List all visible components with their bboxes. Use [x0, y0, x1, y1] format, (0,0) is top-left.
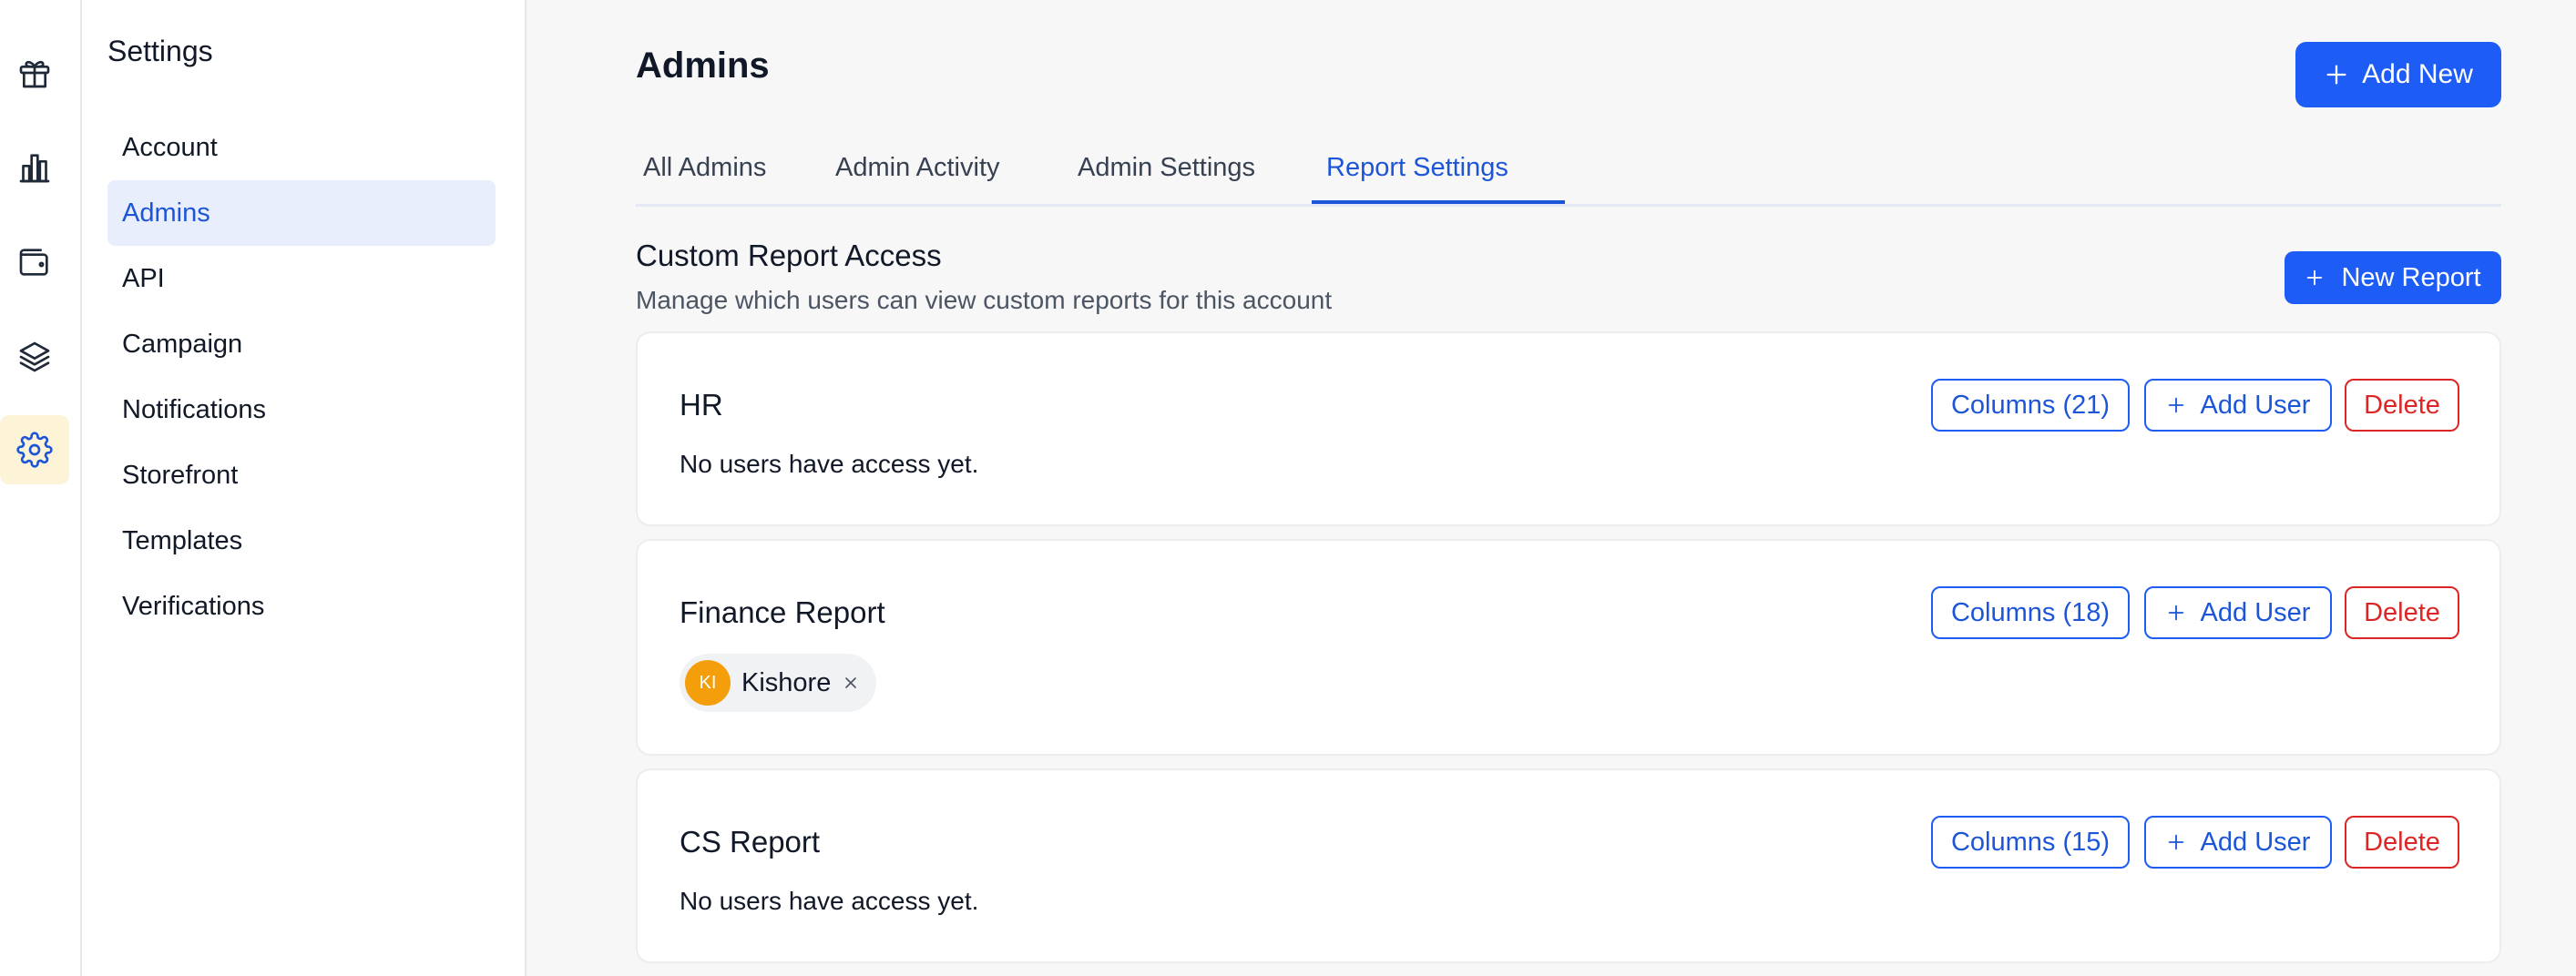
columns-label: Columns (15) [1950, 827, 2111, 857]
add-new-label: Add New [2362, 59, 2473, 89]
settings-sidebar: Settings Account Admins API Campaign Not… [82, 0, 526, 976]
sidebar-item-account[interactable]: Account [107, 115, 496, 180]
sidebar-item-verifications[interactable]: Verifications [107, 574, 496, 639]
page-title: Admins [636, 46, 770, 86]
empty-access-text: No users have access yet. [680, 887, 979, 915]
sidebar-item-label: Templates [122, 525, 243, 555]
tab-label: Admin Settings [1078, 153, 1256, 182]
user-chip: KI Kishore [680, 654, 877, 712]
tab-label: Admin Activity [835, 153, 1000, 182]
close-icon [845, 677, 857, 688]
empty-access-text: No users have access yet. [680, 450, 979, 478]
report-title: Finance Report [680, 595, 885, 629]
columns-label: Columns (21) [1950, 390, 2111, 420]
plus-icon [2307, 269, 2323, 286]
add-user-label: Add User [2200, 597, 2311, 627]
icon-rail [0, 0, 82, 976]
gift-icon [19, 60, 50, 88]
sidebar-item-campaign[interactable]: Campaign [107, 311, 496, 377]
plus-icon [2168, 605, 2183, 621]
add-user-label: Add User [2200, 827, 2311, 857]
tab-bar: All Admins Admin Activity Admin Settings… [636, 137, 2501, 207]
delete-label: Delete [2364, 390, 2440, 420]
add-new-button[interactable]: Add New [2295, 42, 2501, 107]
rail-analytics-button[interactable] [0, 133, 69, 202]
section-title: Custom Report Access [636, 239, 942, 272]
add-user-button[interactable]: Add User [2144, 379, 2332, 432]
columns-button[interactable]: Columns (21) [1931, 379, 2130, 432]
rail-wallet-button[interactable] [0, 228, 69, 297]
delete-button[interactable]: Delete [2345, 379, 2459, 432]
tab-admin-activity[interactable]: Admin Activity [835, 137, 1000, 204]
report-card-hr: HR No users have access yet. Columns (21… [636, 331, 2501, 526]
sidebar-item-templates[interactable]: Templates [107, 508, 496, 574]
wallet-icon [19, 249, 48, 276]
tab-label: All Admins [643, 153, 767, 182]
tab-label: Report Settings [1326, 153, 1508, 182]
add-user-button[interactable]: Add User [2144, 816, 2332, 869]
section-subtitle: Manage which users can view custom repor… [636, 286, 1333, 314]
rail-settings-button[interactable] [0, 415, 69, 484]
add-user-label: Add User [2200, 390, 2311, 420]
remove-user-button[interactable] [842, 674, 860, 692]
plus-icon [2168, 834, 2183, 850]
new-report-label: New Report [2341, 262, 2481, 292]
sidebar-item-label: Notifications [122, 394, 266, 424]
plus-icon [2168, 397, 2183, 413]
report-title: CS Report [680, 825, 821, 859]
report-card-finance: Finance Report Columns (18) Add User Del… [636, 539, 2501, 756]
avatar: KI [685, 660, 731, 706]
tab-all-admins[interactable]: All Admins [643, 137, 766, 204]
layers-icon [19, 341, 50, 372]
delete-label: Delete [2364, 827, 2440, 857]
active-tab-indicator [1312, 200, 1565, 204]
columns-button[interactable]: Columns (18) [1931, 586, 2130, 639]
sidebar-item-label: API [122, 263, 165, 293]
new-report-button[interactable]: New Report [2285, 251, 2501, 304]
columns-button[interactable]: Columns (15) [1931, 816, 2130, 869]
sidebar-item-label: Campaign [122, 329, 243, 359]
rail-gift-button[interactable] [0, 38, 69, 107]
tab-report-settings[interactable]: Report Settings [1326, 137, 1508, 204]
rail-layers-button[interactable] [0, 322, 69, 391]
sidebar-item-label: Admins [122, 198, 210, 228]
sidebar-item-label: Verifications [122, 591, 265, 621]
bar-chart-icon [19, 154, 50, 183]
plus-icon [2326, 65, 2346, 85]
delete-label: Delete [2364, 597, 2440, 627]
sidebar-item-notifications[interactable]: Notifications [107, 377, 496, 442]
sidebar-title: Settings [107, 35, 213, 67]
sidebar-item-admins[interactable]: Admins [107, 180, 496, 246]
sidebar-item-storefront[interactable]: Storefront [107, 442, 496, 508]
columns-label: Columns (18) [1950, 597, 2111, 627]
report-card-cs: CS Report No users have access yet. Colu… [636, 768, 2501, 963]
gear-icon [16, 432, 53, 468]
delete-button[interactable]: Delete [2345, 586, 2459, 639]
tab-admin-settings[interactable]: Admin Settings [1078, 137, 1255, 204]
sidebar-item-label: Storefront [122, 460, 239, 490]
report-title: HR [680, 388, 723, 422]
user-name: Kishore [741, 667, 832, 697]
add-user-button[interactable]: Add User [2144, 586, 2332, 639]
sidebar-item-label: Account [122, 132, 218, 162]
sidebar-item-api[interactable]: API [107, 246, 496, 311]
delete-button[interactable]: Delete [2345, 816, 2459, 869]
